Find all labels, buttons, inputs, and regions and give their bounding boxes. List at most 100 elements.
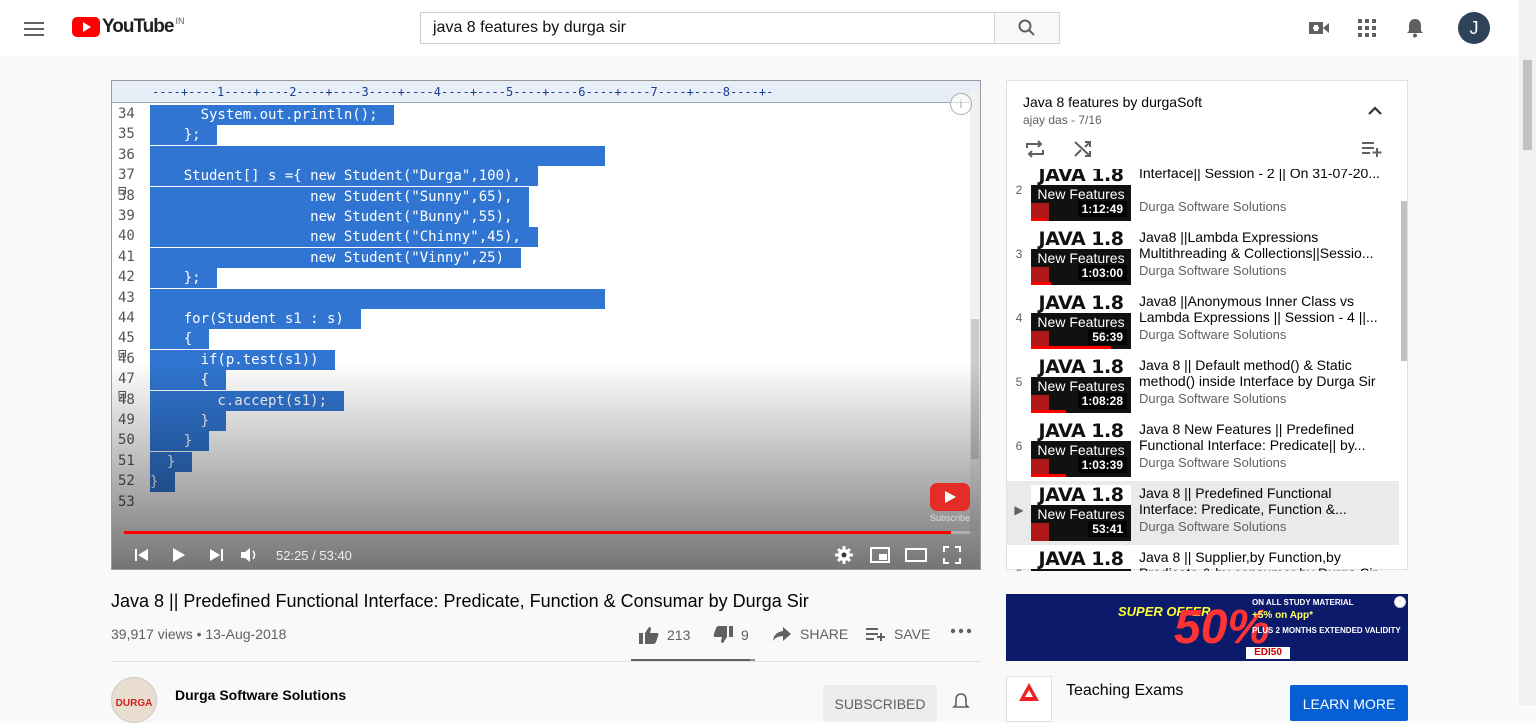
- notifications-bell-icon[interactable]: [1403, 16, 1427, 40]
- thumbnail-title: JAVA 1.8: [1031, 421, 1131, 441]
- time-display: 52:25 / 53:40: [276, 548, 352, 563]
- line-number: 41: [118, 248, 135, 265]
- playlist-items: 8JAVA 1.8New FeaturesJava 8 || Supplier,…: [1007, 169, 1407, 571]
- collapse-chevron-icon[interactable]: [1363, 99, 1387, 123]
- youtube-play-icon: [72, 17, 100, 37]
- previous-icon[interactable]: [130, 543, 154, 567]
- video-duration: 53:41: [1088, 521, 1127, 537]
- playlist-item[interactable]: 2 JAVA 1.8 New Features 1:12:49 Interface|| …: [1007, 169, 1399, 225]
- watched-progress: [1031, 218, 1046, 221]
- code-line: new Student("Bunny",55),: [150, 207, 530, 227]
- ad-info-icon[interactable]: i: [1394, 596, 1406, 608]
- playlist-item[interactable]: 6 JAVA 1.8 New Features 1:03:39 Java 8 New F…: [1007, 417, 1399, 481]
- banner-ad[interactable]: SUPER OFFER 50% ON ALL STUDY MATERIAL +5…: [1006, 594, 1408, 661]
- video-thumbnail[interactable]: JAVA 1.8New Features: [1031, 549, 1131, 571]
- search-button[interactable]: [994, 12, 1060, 44]
- video-duration: 1:12:49: [1077, 201, 1127, 217]
- settings-gear-icon[interactable]: [832, 543, 856, 567]
- playlist-item[interactable]: 5 JAVA 1.8 New Features 1:08:28 Java 8 || De…: [1007, 353, 1399, 417]
- playlist-item-channel: Durga Software Solutions: [1139, 519, 1287, 534]
- dislike-button[interactable]: 9: [713, 626, 749, 644]
- thumbnail-title: JAVA 1.8: [1031, 549, 1131, 569]
- video-thumbnail[interactable]: JAVA 1.8 New Features 1:12:49: [1031, 169, 1131, 221]
- volume-icon[interactable]: [238, 543, 262, 567]
- loop-icon[interactable]: [1023, 137, 1047, 161]
- save-playlist-icon[interactable]: [1359, 137, 1383, 161]
- playlist-item-title: Java 8 || Predefined Functional Interfac…: [1139, 485, 1347, 517]
- info-icon[interactable]: i: [950, 93, 972, 115]
- video-duration: 56:39: [1088, 329, 1127, 345]
- playlist-scrollbar[interactable]: [1401, 169, 1407, 571]
- menu-icon[interactable]: [24, 18, 48, 38]
- playlist-item-title: Java8 ||Anonymous Inner Class vs Lambda …: [1139, 293, 1378, 325]
- create-video-icon[interactable]: [1307, 16, 1331, 40]
- line-number: 42: [118, 269, 135, 286]
- channel-name[interactable]: Durga Software Solutions: [175, 687, 346, 703]
- more-actions-icon[interactable]: [950, 628, 972, 634]
- learn-more-button[interactable]: LEARN MORE: [1290, 685, 1408, 721]
- subscribe-watermark-icon[interactable]: [930, 483, 970, 511]
- thumbnail-title: JAVA 1.8: [1031, 357, 1131, 377]
- thumbs-up-icon: [639, 627, 659, 644]
- play-icon[interactable]: [166, 543, 190, 567]
- progress-bar[interactable]: [124, 531, 970, 534]
- like-button[interactable]: 213: [639, 626, 690, 644]
- video-duration: 1:03:00: [1077, 265, 1127, 281]
- apps-grid-icon[interactable]: [1355, 16, 1379, 40]
- video-thumbnail[interactable]: JAVA 1.8 New Features 56:39: [1031, 293, 1131, 349]
- channel-avatar[interactable]: DURGA: [111, 677, 157, 723]
- thumbnail-title: JAVA 1.8: [1031, 485, 1131, 505]
- theater-mode-icon[interactable]: [904, 543, 928, 567]
- playlist-item[interactable]: ▶ JAVA 1.8 New Features 53:41 Java 8 || Pred…: [1007, 481, 1399, 545]
- video-thumbnail[interactable]: JAVA 1.8 New Features 1:03:00: [1031, 229, 1131, 285]
- playlist-item-index: 6: [1015, 439, 1023, 453]
- share-arrow-icon: [773, 627, 791, 641]
- page-scrollbar[interactable]: [1519, 0, 1536, 705]
- playlist-item[interactable]: 4 JAVA 1.8 New Features 56:39 Java8 ||Anonym…: [1007, 289, 1399, 353]
- playlist-item-channel: Durga Software Solutions: [1139, 199, 1287, 214]
- playlist-item-channel: Durga Software Solutions: [1139, 263, 1287, 278]
- ad-line2: +5% on App*: [1252, 610, 1314, 621]
- ad-code: EDI50: [1246, 647, 1290, 659]
- subscribe-watermark-label: Subscribe: [930, 513, 971, 523]
- subscribed-button[interactable]: SUBSCRIBED: [823, 685, 937, 721]
- playlist-item[interactable]: 3 JAVA 1.8 New Features 1:03:00 Java8 ||Lamb…: [1007, 225, 1399, 289]
- advertiser-logo[interactable]: [1006, 676, 1052, 722]
- video-thumbnail[interactable]: JAVA 1.8 New Features 1:08:28: [1031, 357, 1131, 413]
- save-button[interactable]: SAVE: [866, 626, 930, 642]
- code-line: new Student("Vinny",25): [150, 247, 521, 268]
- shuffle-icon[interactable]: [1071, 137, 1095, 161]
- playlist-item-title: Java 8 New Features || Predefined Functi…: [1139, 421, 1366, 453]
- youtube-logo[interactable]: YouTube IN: [72, 16, 184, 38]
- channel-bell-icon[interactable]: [952, 692, 972, 712]
- share-button[interactable]: SHARE: [772, 626, 848, 642]
- ad-line3: PLUS 2 MONTHS EXTENDED VALIDITY: [1252, 626, 1401, 635]
- playlist-item-title: Java 8 || Default method() & Static meth…: [1139, 357, 1376, 389]
- top-bar: YouTube IN java 8 features by durga sir …: [0, 0, 1536, 56]
- share-label: SHARE: [800, 626, 849, 642]
- watched-progress: [1031, 282, 1051, 285]
- avatar[interactable]: J: [1458, 12, 1490, 44]
- playlist-item-channel: Durga Software Solutions: [1139, 391, 1287, 406]
- next-icon[interactable]: [204, 543, 228, 567]
- fullscreen-icon[interactable]: [940, 543, 964, 567]
- miniplayer-icon[interactable]: [868, 543, 892, 567]
- like-count: 213: [667, 627, 691, 643]
- add-to-playlist-icon: [866, 628, 885, 641]
- logo-country: IN: [175, 16, 185, 26]
- video-duration: 1:03:39: [1077, 457, 1127, 473]
- code-line: Student[] s ={ new Student("Durga",100),: [150, 166, 538, 187]
- search-icon: [1018, 19, 1035, 36]
- video-thumbnail[interactable]: JAVA 1.8 New Features 1:03:39: [1031, 421, 1131, 477]
- playlist-title[interactable]: Java 8 features by durgaSoft: [1023, 94, 1202, 110]
- video-thumbnail[interactable]: JAVA 1.8 New Features 53:41: [1031, 485, 1131, 541]
- search-input[interactable]: java 8 features by durga sir: [420, 12, 996, 44]
- video-title: Java 8 || Predefined Functional Interfac…: [111, 591, 809, 611]
- code-line: new Student("Chinny",45),: [150, 227, 538, 248]
- playlist-item-index: 5: [1015, 375, 1023, 389]
- thumbnail-title: JAVA 1.8: [1031, 169, 1131, 185]
- playlist-item[interactable]: 8JAVA 1.8New Features Java 8 || Supplier,…: [1007, 545, 1399, 571]
- playlist-item-index: 2: [1015, 183, 1023, 197]
- save-label: SAVE: [894, 626, 931, 642]
- video-player[interactable]: ----+----1----+----2----+----3----+----4…: [111, 80, 981, 570]
